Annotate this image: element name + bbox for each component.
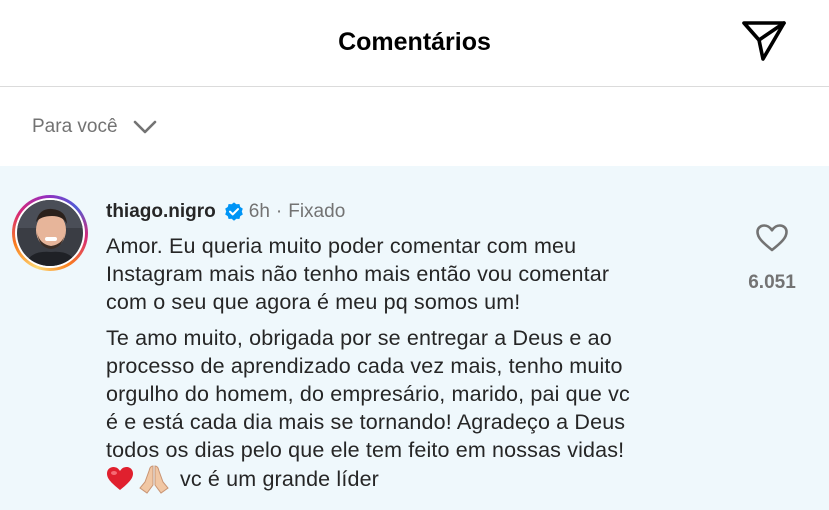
avatar[interactable] — [12, 195, 88, 271]
comment-last-line: vc é um grande líder — [106, 464, 726, 494]
red-heart-emoji — [107, 467, 133, 490]
comment-line: processo de aprendizado cada vez mais, t… — [106, 354, 623, 378]
page-title: Comentários — [338, 28, 491, 56]
comments-header: Comentários — [0, 0, 829, 87]
comment-line: Amor. Eu queria muito poder comentar com… — [106, 234, 577, 258]
avatar-photo — [17, 200, 83, 266]
pinned-label: Fixado — [288, 201, 346, 222]
comment-line: é e está cada dia mais se tornando! Agra… — [106, 410, 626, 434]
comment-line: Te amo muito, obrigada por se entregar a… — [106, 326, 612, 350]
sort-filter-label: Para você — [32, 116, 118, 137]
comment-paragraph-1: Amor. Eu queria muito poder comentar com… — [106, 232, 726, 316]
comment-line: orgulho do homem, do empresário, marido,… — [106, 382, 630, 406]
username[interactable]: thiago.nigro — [106, 201, 216, 223]
comment-line: todos os dias pelo que ele tem feito em … — [106, 438, 625, 462]
chevron-down-icon — [133, 120, 156, 134]
comment-time: 6h — [248, 201, 270, 222]
comment-line: Instagram mais não tenho mais então vou … — [106, 262, 610, 286]
paper-plane-icon[interactable] — [740, 19, 788, 63]
verified-badge-icon — [224, 202, 243, 221]
comment-meta: thiago.nigro 6h · Fixado — [106, 199, 345, 225]
comment-paragraph-2: Te amo muito, obrigada por se entregar a… — [106, 324, 726, 494]
meta-separator: · — [275, 201, 283, 222]
comment-last-line-text: vc é um grande líder — [180, 467, 379, 491]
comment-line: com o seu que agora é meu pq somos um! — [106, 290, 521, 314]
heart-outline-icon[interactable] — [755, 223, 789, 253]
folded-hands-emoji — [139, 465, 169, 494]
like-count: 6.051 — [748, 272, 796, 293]
sort-filter-dropdown[interactable]: Para você — [32, 113, 158, 141]
pinned-comment: thiago.nigro 6h · Fixado Amor. Eu queria… — [0, 166, 829, 510]
